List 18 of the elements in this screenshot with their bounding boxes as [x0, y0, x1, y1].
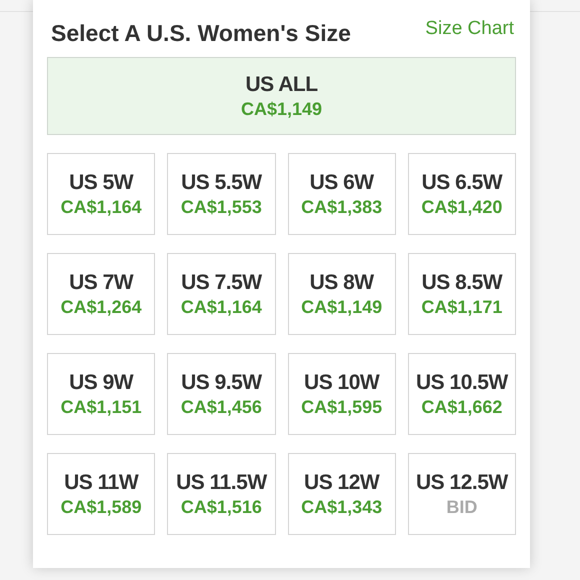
size-option[interactable]: US 6.5W CA$1,420 [408, 153, 516, 235]
size-option[interactable]: US 10W CA$1,595 [288, 353, 396, 435]
size-option[interactable]: US 5.5W CA$1,553 [167, 153, 276, 235]
size-option[interactable]: US 8W CA$1,149 [288, 253, 396, 335]
size-option[interactable]: US 7.5W CA$1,164 [167, 253, 276, 335]
size-option[interactable]: US 5W CA$1,164 [47, 153, 156, 235]
size-option[interactable]: US 8.5W CA$1,171 [408, 253, 516, 335]
size-option[interactable]: US 6W CA$1,383 [288, 153, 396, 235]
size-option[interactable]: US 9.5W CA$1,456 [167, 353, 276, 435]
size-option[interactable]: US ALL CA$1,149 [47, 57, 516, 135]
size-option[interactable]: US 9W CA$1,151 [47, 353, 156, 435]
size-option[interactable]: US 7W CA$1,264 [47, 253, 156, 335]
size-option[interactable]: US 10.5W CA$1,662 [408, 353, 516, 435]
section-title: Select A U.S. Women's Size [51, 20, 351, 47]
size-option[interactable]: US 11.5W CA$1,516 [167, 453, 276, 535]
size-option[interactable]: US 11W CA$1,589 [47, 453, 156, 535]
size-option[interactable]: US 12W CA$1,343 [288, 453, 396, 535]
size-option[interactable]: US 12.5W BID [408, 453, 516, 535]
